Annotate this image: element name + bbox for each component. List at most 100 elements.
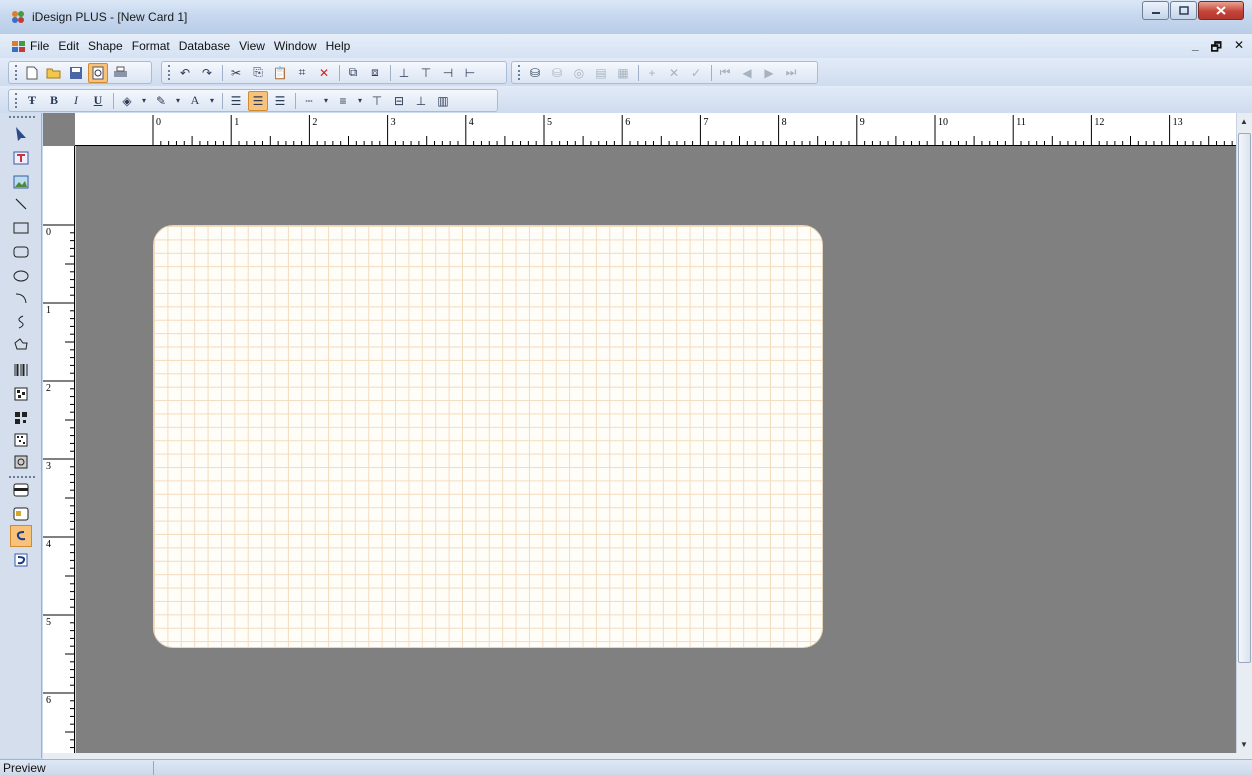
minimize-button[interactable] (1142, 1, 1169, 20)
ruler-label: 9 (860, 117, 865, 128)
line-width-dropdown-icon[interactable]: ▾ (355, 91, 365, 111)
line-color-dropdown-icon[interactable]: ▾ (173, 91, 183, 111)
cut-icon[interactable]: ✂ (226, 63, 246, 83)
align-bottom-icon[interactable]: ⊥ (411, 91, 431, 111)
new-icon[interactable] (22, 63, 42, 83)
bold-button[interactable]: B (44, 91, 64, 111)
toolbar-row-2: Ŧ B I U ◈ ▾ ✎ ▾ A ▾ ☰ ☰ ☰ ┄ ▾ ≡ ▾ ⊤ ⊟ ⊥ … (0, 86, 1252, 113)
database-table-icon: ▦ (617, 65, 629, 80)
menu-format[interactable]: Format (132, 39, 170, 53)
datamatrix-tool-icon[interactable] (10, 429, 32, 451)
ruler-label: 3 (46, 461, 51, 472)
fill-color-icon[interactable]: ◈ (117, 91, 137, 111)
align-middle-icon[interactable]: ⊟ (389, 91, 409, 111)
next-record-icon: ▶ (764, 65, 774, 80)
line-style-icon[interactable]: ┄ (299, 91, 319, 111)
vertical-scrollbar[interactable]: ▲ ▼ (1236, 113, 1252, 753)
ruler-label: 1 (46, 305, 51, 316)
line-width-icon[interactable]: ≡ (333, 91, 353, 111)
ruler-label: 1 (234, 117, 239, 128)
smartcard-tool-icon[interactable] (10, 503, 32, 525)
database-field-icon: ⛁ (551, 65, 563, 80)
mdi-minimize-icon[interactable]: _ (1192, 38, 1199, 59)
design-workspace[interactable] (76, 146, 1236, 753)
polygon-tool-icon[interactable] (10, 333, 32, 355)
ellipse-tool-icon[interactable] (10, 265, 32, 287)
redo-icon[interactable]: ↷ (197, 63, 217, 83)
menu-view[interactable]: View (239, 39, 265, 53)
ruler-label: 12 (1094, 117, 1104, 128)
qr-code-tool-icon[interactable] (10, 407, 32, 429)
menu-help[interactable]: Help (326, 39, 351, 53)
ruler-label: 7 (703, 117, 708, 128)
database-refresh-icon: ◎ (573, 65, 585, 80)
menu-file[interactable]: File (30, 39, 49, 53)
align-top-icon[interactable]: ⊤ (367, 91, 387, 111)
menu-database[interactable]: Database (179, 39, 230, 53)
decode-tool-icon[interactable] (10, 549, 32, 571)
database-grid-icon: ▤ (595, 65, 607, 80)
line-tool-icon[interactable] (10, 193, 32, 215)
database-connect-icon[interactable]: ⛁ (525, 63, 545, 83)
close-button[interactable] (1198, 1, 1244, 20)
maxicode-tool-icon[interactable] (10, 451, 32, 473)
font-icon[interactable]: Ŧ (22, 91, 42, 111)
print-preview-icon[interactable] (88, 62, 108, 83)
line-style-dropdown-icon[interactable]: ▾ (321, 91, 331, 111)
restore-icon (1178, 6, 1189, 15)
select-all-icon[interactable]: ⌗ (292, 63, 312, 83)
curve-tool-icon[interactable] (10, 311, 32, 333)
font-color-dropdown-icon[interactable]: ▾ (207, 91, 217, 111)
mdi-restore-icon[interactable]: 🗗 (1211, 38, 1222, 59)
arc-tool-icon[interactable] (10, 287, 32, 309)
scroll-up-icon[interactable]: ▲ (1240, 117, 1248, 126)
align-right-icon[interactable]: ☰ (270, 91, 290, 111)
menu-window[interactable]: Window (274, 39, 317, 53)
paste-icon[interactable]: 📋 (270, 63, 290, 83)
menu-shape[interactable]: Shape (88, 39, 123, 53)
font-color-button[interactable]: A (185, 91, 205, 111)
barcode-tool-icon[interactable] (10, 359, 32, 381)
card-canvas[interactable] (153, 225, 823, 648)
maximize-button[interactable] (1170, 1, 1197, 20)
mdi-close-icon[interactable]: ✕ (1234, 38, 1244, 59)
open-icon[interactable] (44, 63, 64, 83)
rectangle-tool-icon[interactable] (10, 217, 32, 239)
align-left-icon[interactable]: ☰ (226, 91, 246, 111)
previous-record-icon: ◀ (742, 65, 752, 80)
ruler-label: 2 (312, 117, 317, 128)
magstripe-tool-icon[interactable] (10, 479, 32, 501)
underline-button[interactable]: U (88, 91, 108, 111)
document-icon[interactable] (12, 39, 26, 52)
print-icon[interactable] (110, 63, 130, 83)
copy-icon[interactable]: ⎘ (248, 63, 268, 83)
rotate-left-icon[interactable]: ⊣ (438, 63, 458, 83)
undo-icon[interactable]: ↶ (175, 63, 195, 83)
bring-to-front-icon[interactable]: ⧉ (343, 63, 363, 83)
confirm-record-icon: ✓ (690, 65, 702, 80)
fill-color-dropdown-icon[interactable]: ▾ (139, 91, 149, 111)
select-tool-icon[interactable] (10, 123, 32, 145)
flip-vertical-icon[interactable]: ⊥ (394, 63, 414, 83)
image-tool-icon[interactable] (10, 171, 32, 193)
scroll-down-icon[interactable]: ▼ (1240, 740, 1248, 749)
menu-bar: File Edit Shape Format Database View Win… (0, 34, 1252, 58)
last-record-icon: ⏭ (785, 65, 797, 79)
menu-edit[interactable]: Edit (58, 39, 79, 53)
delete-icon[interactable]: ✕ (314, 63, 334, 83)
flip-horizontal-icon[interactable]: ⊤ (416, 63, 436, 83)
align-center-icon[interactable]: ☰ (248, 90, 268, 111)
ruler-label: 8 (782, 117, 787, 128)
distribute-icon[interactable]: ▥ (433, 91, 453, 111)
rotate-right-icon[interactable]: ⊢ (460, 63, 480, 83)
text-tool-icon[interactable] (10, 147, 32, 169)
save-icon[interactable] (66, 63, 86, 83)
line-color-icon[interactable]: ✎ (151, 91, 171, 111)
italic-button[interactable]: I (66, 91, 86, 111)
rounded-rectangle-tool-icon[interactable] (10, 241, 32, 263)
ruler-label: 11 (1016, 117, 1026, 128)
send-to-back-icon[interactable]: ⧈ (365, 63, 385, 83)
encode-tool-icon[interactable] (10, 525, 32, 547)
2d-barcode-tool-icon[interactable] (10, 383, 32, 405)
scrollbar-thumb[interactable] (1238, 133, 1251, 663)
